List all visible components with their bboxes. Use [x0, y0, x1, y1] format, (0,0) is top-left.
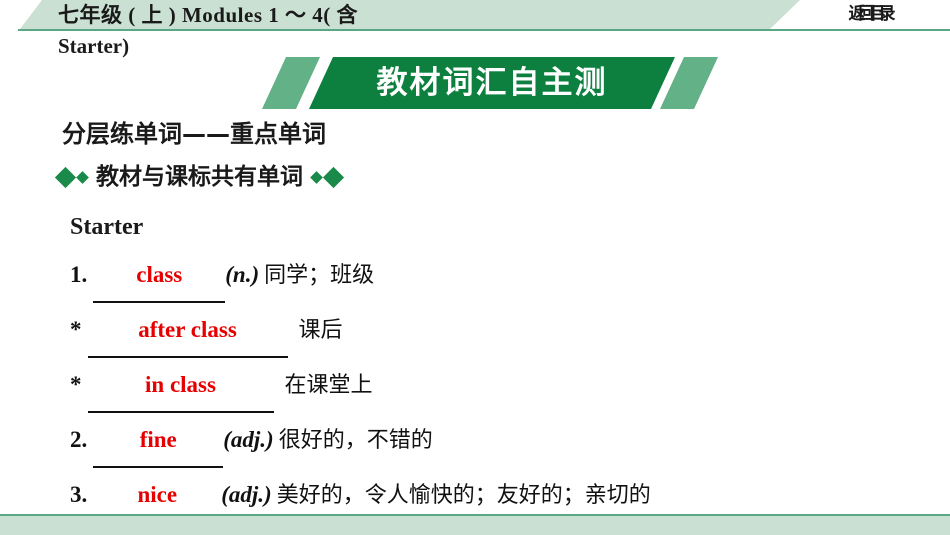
entry-meaning: 同学；班级	[264, 263, 375, 288]
diamond-icon-right-small	[310, 170, 323, 184]
word-entry-3: * in class 在课堂上	[70, 358, 950, 413]
word-entry-2: * after class 课后	[70, 303, 950, 358]
page-footer	[0, 514, 950, 535]
answer-blank[interactable]: class	[93, 248, 226, 303]
page-title: 七年级 ( 上 ) Modules 1 ～ 4( 含	[58, 3, 358, 27]
answer-blank[interactable]: after class	[87, 303, 288, 358]
subsection-heading-label: 教材与课标共有单词	[96, 164, 303, 190]
section-banner: 教材词汇自主测	[0, 57, 950, 109]
page-header: 七年级 ( 上 ) Modules 1 ～ 4( 含 返回目录	[0, 0, 950, 31]
diamond-icon-left-large	[54, 166, 77, 188]
entry-marker: 2.	[70, 427, 88, 452]
answer-blank[interactable]: fine	[93, 413, 224, 468]
entry-marker: *	[70, 317, 82, 342]
diamond-icon-left-small	[76, 170, 89, 184]
entry-meaning: 课后	[298, 318, 343, 343]
back-to-contents-button[interactable]: 返回目录	[834, 0, 910, 29]
answer-blank[interactable]: in class	[87, 358, 274, 413]
banner-title: 教材词汇自主测	[376, 65, 608, 101]
part-of-speech: (n.)	[225, 262, 260, 287]
content-area: 分层练单词——重点单词 教材与课标共有单词 Starter 1. class (…	[0, 113, 950, 523]
entry-marker: 1.	[70, 262, 88, 287]
part-of-speech: (adj.)	[223, 427, 274, 452]
diamond-icon-right-large	[322, 166, 345, 188]
entry-meaning: 在课堂上	[284, 373, 373, 398]
entry-marker: *	[70, 372, 82, 397]
entry-meaning: 很好的，不错的	[278, 428, 433, 453]
group-label-starter: Starter	[70, 214, 144, 240]
subsection-heading: 教材与课标共有单词	[54, 156, 950, 198]
word-entry-1: 1. class (n.) 同学；班级	[70, 248, 950, 303]
section-heading: 分层练单词——重点单词	[62, 120, 326, 148]
word-entry-4: 2. fine (adj.) 很好的，不错的	[70, 413, 950, 468]
